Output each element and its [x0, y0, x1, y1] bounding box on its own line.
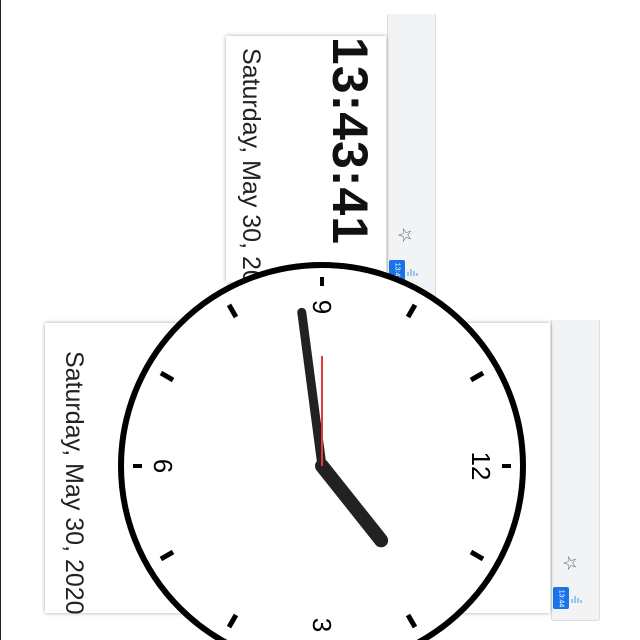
clock-extension-icon[interactable]: 13:43	[389, 260, 405, 282]
extension-bars-icon	[571, 595, 583, 603]
clock-numeral-9: 9	[307, 300, 337, 314]
extension-badge: 13:43	[393, 262, 401, 280]
browser-toolbar-top	[387, 14, 436, 299]
date-text: Saturday, May 30, 2020	[60, 351, 88, 615]
window-edge	[0, 0, 1, 640]
extension-badge: 13:44	[557, 589, 565, 607]
hour-tick	[226, 303, 239, 319]
hour-tick	[405, 303, 418, 319]
browser-toolbar-bottom	[551, 320, 600, 621]
date-text: Saturday, May 30, 2020	[237, 48, 265, 312]
analog-clock-popup: Saturday, May 30, 2020	[45, 323, 550, 615]
digital-time: 13:43:41	[322, 36, 378, 246]
star-icon[interactable]: ☆	[560, 555, 581, 571]
digital-clock-popup: 13:43:41 Saturday, May 30, 2020	[226, 36, 386, 312]
star-icon[interactable]: ☆	[395, 227, 416, 243]
hour-tick	[405, 613, 418, 629]
clock-extension-icon[interactable]: 13:44	[553, 587, 569, 609]
extension-bars-icon	[407, 268, 419, 276]
clock-numeral-3: 3	[307, 618, 337, 632]
hour-tick	[226, 613, 239, 629]
